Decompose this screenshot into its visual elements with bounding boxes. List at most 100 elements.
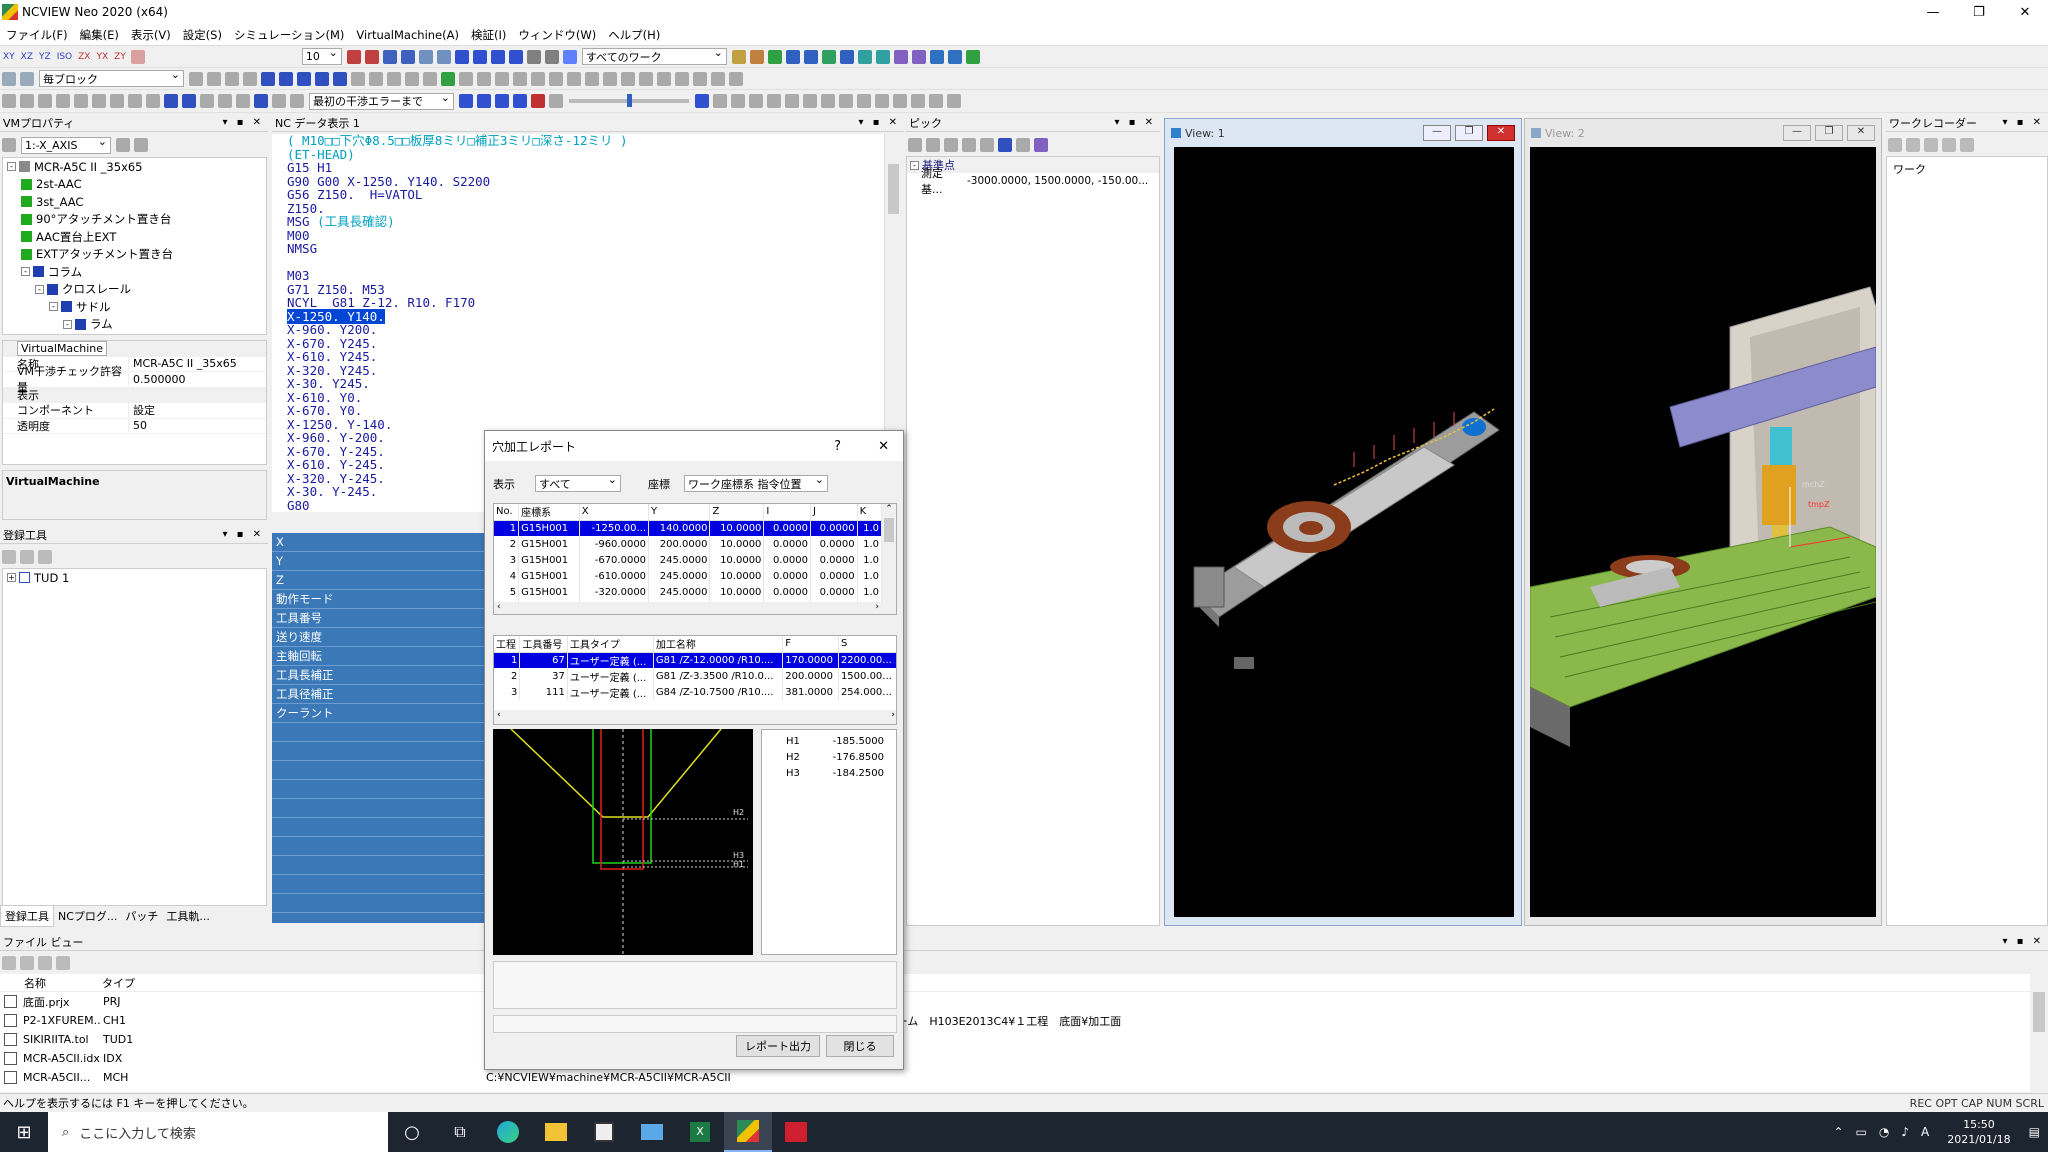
layer-icon[interactable] [459,71,473,86]
panel-controls-icon[interactable]: ▾ ▪ ✕ [222,117,268,128]
hole-col-header[interactable]: X [579,504,650,521]
sim-reset-icon[interactable] [2,94,16,108]
nc-line[interactable]: MSG (工具長確認) [287,215,884,229]
hole-hscroll[interactable]: ‹ › [494,602,882,614]
view-c-icon[interactable] [767,94,781,108]
vm-tree-item[interactable]: 2st-AAC [3,176,266,194]
file-header-name[interactable]: 名称 [0,975,78,991]
view-xz-button[interactable]: XZ [18,52,36,62]
hole-col-header[interactable]: 座標系 [518,504,580,521]
view-1-close[interactable]: ✕ [1487,125,1515,141]
store-icon[interactable] [580,1122,628,1142]
process-col-header[interactable]: 工程 [494,636,521,653]
select-icon[interactable] [351,71,365,86]
hole-col-header[interactable]: No. [494,504,520,521]
dialog-close-button[interactable]: 閉じる [826,1035,894,1057]
pick-edge-icon[interactable] [962,138,976,152]
sphere-icon[interactable] [893,49,908,64]
arc-icon[interactable] [387,71,401,86]
ruler-icon[interactable] [495,71,509,86]
excel-icon[interactable]: X [676,1122,724,1142]
menu-help[interactable]: ヘルプ(H) [602,27,666,43]
list-icon[interactable] [785,49,800,64]
zoom-in-icon[interactable] [346,49,361,64]
tray-volume-icon[interactable]: ♪ [1901,1125,1909,1139]
tab-toolpath[interactable]: 工具軌... [162,906,214,926]
property-row[interactable]: コンポーネント 設定 [3,402,266,419]
nc-line[interactable]: X-320. Y245. [287,363,884,378]
undo-icon[interactable] [225,71,239,86]
check-mode-5-icon[interactable] [531,94,545,108]
nc-line[interactable]: G15 H1 [287,161,884,175]
sim-step-icon[interactable] [261,71,275,86]
light-icon[interactable] [585,71,599,86]
pencil-icon[interactable] [965,49,980,64]
tray-network-icon[interactable]: ◔ [1879,1125,1889,1139]
vm-tree-item[interactable]: - ラム [3,316,266,334]
view-e-icon[interactable] [803,94,817,108]
shield-icon[interactable] [821,49,836,64]
view-a-icon[interactable] [731,94,745,108]
menu-window[interactable]: ウィンドウ(W) [512,27,602,43]
process-col-header[interactable]: F [782,636,839,653]
work-a-icon[interactable] [1888,138,1902,152]
file-checkbox[interactable] [4,1033,17,1046]
grid-icon[interactable] [526,49,541,64]
hole-row[interactable]: 5 G15H001 -320.0000 245.0000 10.0000 0.0000 0.… [494,584,883,600]
vm-tree-item[interactable]: - コラム [3,263,266,281]
view-1-canvas[interactable] [1174,147,1514,917]
file-open-icon[interactable] [38,956,52,970]
sim-step-back-icon[interactable] [92,94,106,108]
expand-icon[interactable]: - [7,162,16,172]
axis-icon[interactable] [544,49,559,64]
tab-nc-program[interactable]: NCプログ... [54,906,121,926]
process-col-header[interactable]: S [838,636,896,653]
play-icon[interactable] [218,94,232,108]
rotate-icon[interactable] [400,49,415,64]
nc-line[interactable]: X-1250. Y-140. [287,417,884,432]
sim-block-icon[interactable] [279,71,293,86]
tool-edit-icon[interactable] [38,550,52,564]
file-checkbox[interactable] [4,1071,17,1084]
file-delete-icon[interactable] [56,956,70,970]
check-mode-1-icon[interactable] [459,94,473,108]
tool-filter-icon[interactable] [2,550,16,564]
work-panel-controls-icon[interactable]: ▾ ▪ ✕ [2002,117,2048,128]
cube-icon[interactable] [911,49,926,64]
menu-edit[interactable]: 編集(E) [74,27,125,43]
vm-expand-icon[interactable] [134,138,148,152]
menu-settings[interactable]: 設定(S) [177,27,228,43]
explorer-icon[interactable] [532,1123,580,1141]
tray-ime-icon[interactable]: A [1921,1125,1929,1139]
process-row[interactable]: 2 37 ユーザー定義 (... G81 /Z-3.3500 /R10.0... 200… [494,668,896,684]
file-folder-icon[interactable] [2,956,16,970]
nc-line[interactable]: X-670. Y245. [287,336,884,351]
sim-path-icon[interactable] [297,71,311,86]
interference-select[interactable]: 最初の干渉エラーまで [309,91,454,110]
file-scrollbar[interactable] [2030,974,2048,1092]
menu-view[interactable]: 表示(V) [125,27,177,43]
step-select[interactable]: 10 [301,46,342,65]
ncview-task-icon[interactable] [724,1112,772,1152]
file-row[interactable]: P2-1XFUREM... CH1 ¥メインフレーム H103E2013C4¥１工程… [0,1011,2030,1030]
sim-breakpoint-icon[interactable] [182,94,196,108]
property-row[interactable]: 表示 [3,387,266,403]
tile-icon[interactable] [693,71,707,86]
nc-line[interactable]: ( M10□□下穴Φ8.5□□板厚8ミリ□補正3ミリ□深さ-12ミリ ) [287,134,884,148]
nc-line[interactable]: G56 Z150. H=VATOL [287,188,884,202]
file-header-type[interactable]: タイプ [78,975,158,991]
menu-simulation[interactable]: シミュレーション(M) [228,27,350,43]
file-refresh-icon[interactable] [20,956,34,970]
single-block-icon[interactable] [272,94,286,108]
view-yz-button[interactable]: YZ [36,52,54,62]
hole-row[interactable]: 3 G15H001 -670.0000 245.0000 10.0000 0.0000 0.… [494,552,883,568]
view-d-icon[interactable] [785,94,799,108]
sim-pause-icon[interactable] [74,94,88,108]
check-icon[interactable] [767,49,782,64]
line-icon[interactable] [369,71,383,86]
vm-sort-icon[interactable] [116,138,130,152]
work-select[interactable]: すべてのワーク [581,46,727,65]
work-e-icon[interactable] [1960,138,1974,152]
section-icon[interactable] [513,71,527,86]
view-iso-button[interactable]: ISO [54,52,75,62]
